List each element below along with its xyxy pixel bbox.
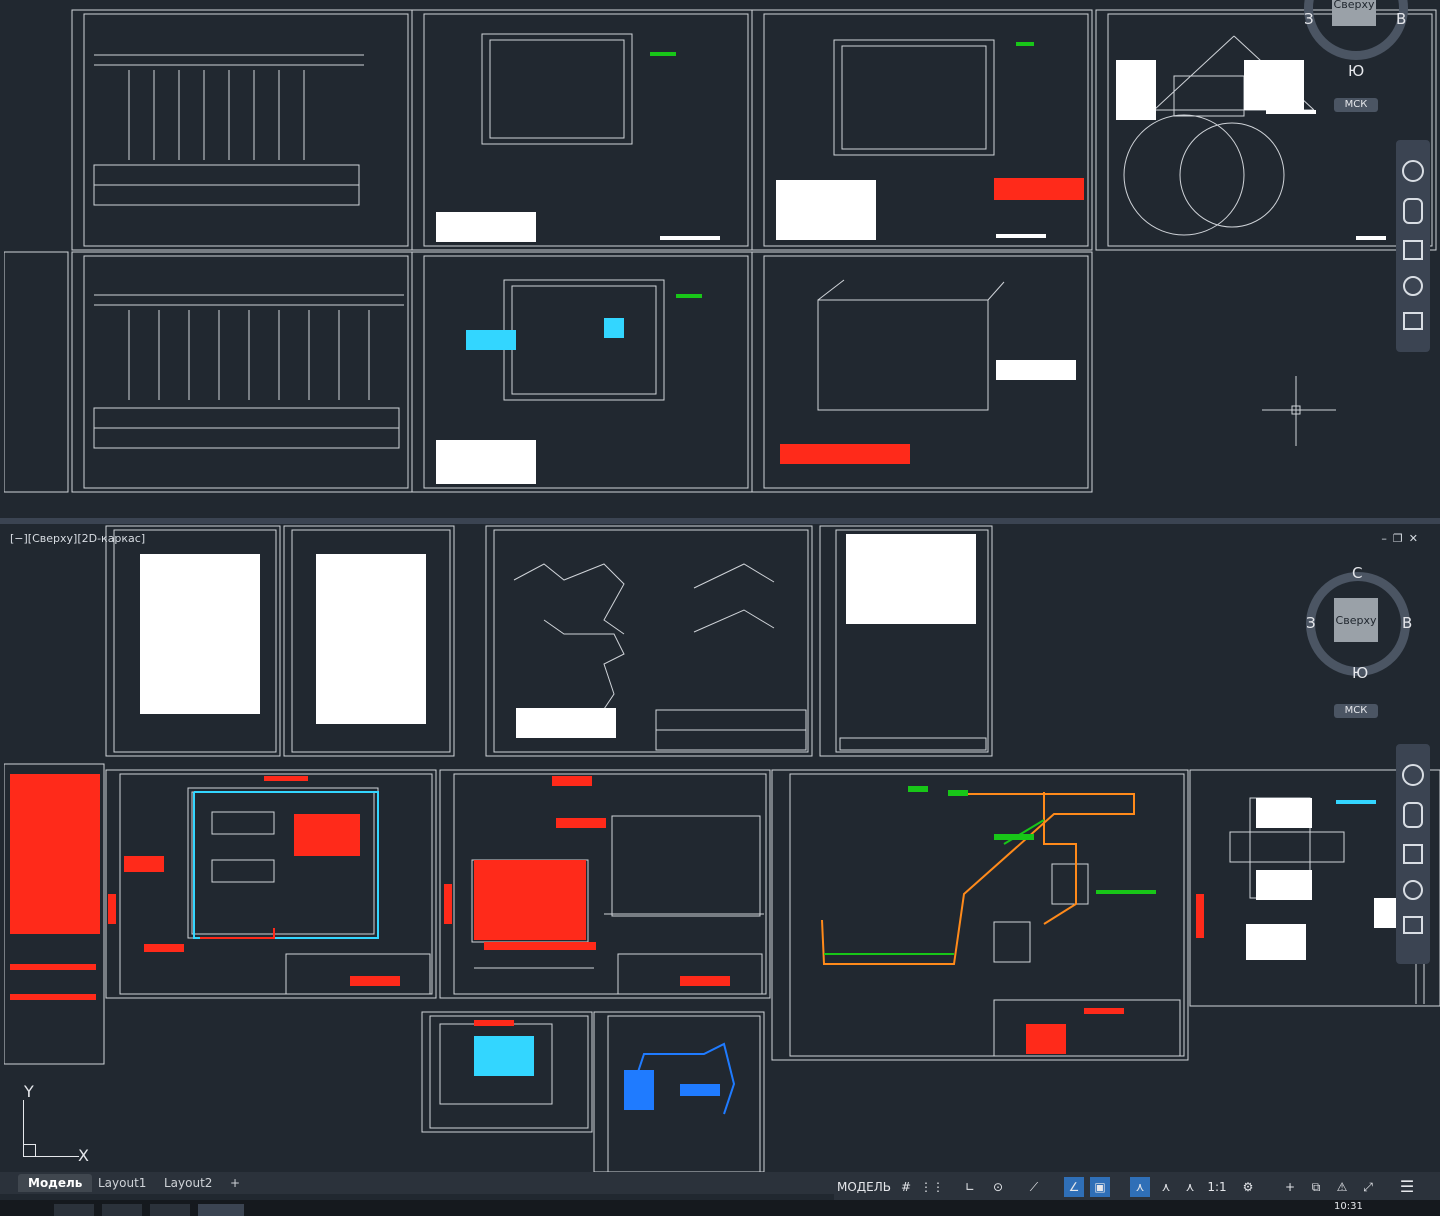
hardware-acceleration-icon[interactable]: ⚠ (1332, 1177, 1352, 1197)
taskbar-app-icon[interactable] (150, 1204, 190, 1216)
ucs-icon: Y X (20, 1082, 100, 1166)
viewcube-north[interactable]: С (1352, 564, 1362, 582)
ucs-y-label: Y (24, 1082, 34, 1101)
ucs-origin-box (23, 1144, 36, 1157)
isodraft-icon[interactable]: ⟋ (1024, 1177, 1044, 1197)
tab-model[interactable]: Модель (18, 1174, 93, 1192)
viewcube[interactable]: Сверху З В Ю (1300, 0, 1410, 80)
bottom-viewport[interactable]: [−][Сверху][2D-каркас] –❐✕ Сверху С З В … (4, 524, 1440, 1172)
status-bar: МОДЕЛЬ # ⋮⋮ ∟ ⊙ ⟋ ∠ ▣ ⋏ ⋏ ⋏ 1:1 ⚙ + ⧉ ⚠ … (834, 1174, 1440, 1200)
object-snap-tracking-icon[interactable]: ∠ (1064, 1177, 1084, 1197)
top-drawing-canvas[interactable] (4, 0, 1440, 518)
add-icon[interactable]: + (1280, 1177, 1300, 1197)
isolate-objects-icon[interactable]: ⧉ (1306, 1177, 1326, 1197)
showmotion-icon[interactable] (1403, 312, 1423, 330)
polar-tracking-icon[interactable]: ⊙ (988, 1177, 1008, 1197)
zoom-icon[interactable] (1403, 844, 1423, 864)
viewcube-west[interactable]: З (1306, 614, 1316, 632)
ucs-menu-button[interactable]: МСК (1334, 704, 1378, 718)
model-space-button[interactable]: МОДЕЛЬ (836, 1177, 892, 1197)
snap-icon[interactable]: ⋮⋮ (920, 1177, 944, 1197)
annotation-visibility-icon[interactable]: ⋏ (1130, 1177, 1150, 1197)
auto-scale-icon[interactable]: ⋏ (1156, 1177, 1176, 1197)
viewcube-east[interactable]: В (1402, 614, 1412, 632)
annotation-scale-dropdown[interactable]: 1:1 (1204, 1177, 1230, 1197)
taskbar: 10:31 (0, 1200, 1440, 1216)
ucs-menu-button[interactable]: МСК (1334, 98, 1378, 112)
top-viewport[interactable]: Сверху З В Ю МСК (4, 0, 1440, 518)
ucs-x-label: X (78, 1146, 89, 1165)
viewport-controls-label[interactable]: [−][Сверху][2D-каркас] (10, 532, 145, 545)
orbit-icon[interactable] (1403, 880, 1423, 900)
orbit-icon[interactable] (1403, 276, 1423, 296)
clean-screen-icon[interactable]: ⤢ (1358, 1177, 1378, 1197)
viewport-window-controls[interactable]: –❐✕ (1381, 532, 1424, 545)
taskbar-app-icon[interactable] (102, 1204, 142, 1216)
viewcube-south[interactable]: Ю (1352, 664, 1368, 682)
pan-icon[interactable] (1403, 198, 1423, 224)
steering-wheel-icon[interactable] (1402, 160, 1424, 182)
customization-menu-icon[interactable]: ☰ (1394, 1177, 1420, 1197)
bottom-drawing-canvas[interactable] (4, 524, 1440, 1172)
tab-layout1[interactable]: Layout1 (88, 1174, 156, 1192)
annotation-scale-icon[interactable]: ⋏ (1180, 1177, 1200, 1197)
taskbar-autocad-icon[interactable] (198, 1204, 244, 1216)
ortho-icon[interactable]: ∟ (960, 1177, 980, 1197)
showmotion-icon[interactable] (1403, 916, 1423, 934)
clock[interactable]: 10:31 (1334, 1201, 1363, 1212)
viewcube-face[interactable]: Сверху (1332, 0, 1376, 26)
close-icon[interactable]: ✕ (1409, 532, 1424, 545)
navigation-bar[interactable] (1396, 140, 1430, 352)
navigation-bar[interactable] (1396, 744, 1430, 964)
workspace-gear-icon[interactable]: ⚙ (1238, 1177, 1258, 1197)
viewcube-face[interactable]: Сверху (1334, 598, 1378, 642)
object-snap-icon[interactable]: ▣ (1090, 1177, 1110, 1197)
tab-layout2[interactable]: Layout2 (154, 1174, 222, 1192)
viewcube-east[interactable]: В (1396, 10, 1406, 28)
taskbar-app-icon[interactable] (54, 1204, 94, 1216)
pan-icon[interactable] (1403, 802, 1423, 828)
viewcube-south[interactable]: Ю (1348, 62, 1364, 80)
zoom-icon[interactable] (1403, 240, 1423, 260)
add-layout-button[interactable]: + (220, 1174, 250, 1192)
minimize-icon[interactable]: – (1381, 532, 1393, 545)
steering-wheel-icon[interactable] (1402, 764, 1424, 786)
viewcube-west[interactable]: З (1304, 10, 1314, 28)
grid-icon[interactable]: # (896, 1177, 916, 1197)
restore-icon[interactable]: ❐ (1393, 532, 1409, 545)
viewcube[interactable]: Сверху С З В Ю (1302, 564, 1412, 682)
